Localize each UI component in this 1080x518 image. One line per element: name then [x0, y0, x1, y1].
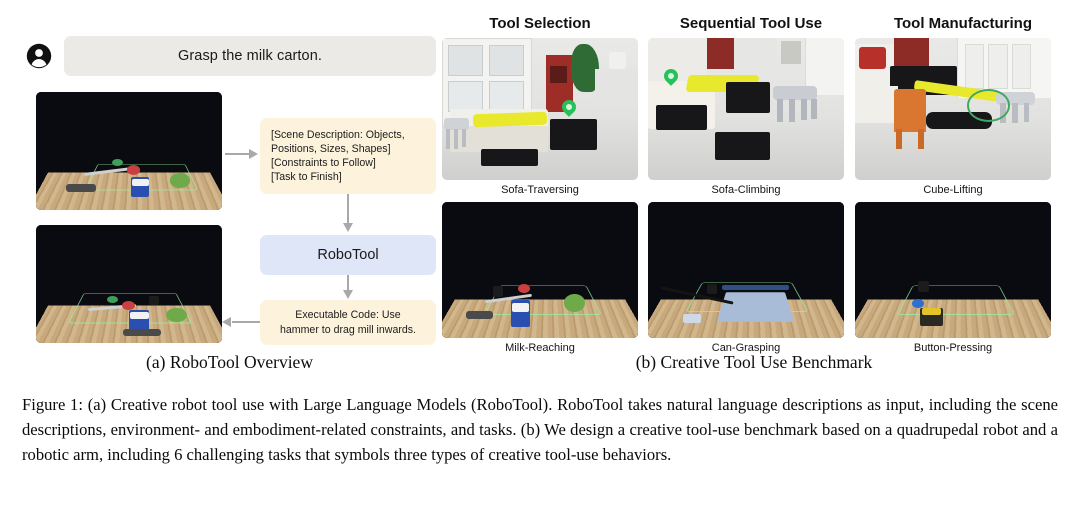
figure-graphic: Grasp the milk carton. [Scene Descriptio… — [0, 0, 1080, 380]
photo-sofa-traversing — [442, 38, 638, 180]
photo-button-pressing — [855, 202, 1051, 338]
arrow-input-to-model-icon — [342, 194, 354, 235]
input-line-2: Positions, Sizes, Shapes] — [271, 142, 391, 155]
arrow-scene-to-input-icon — [225, 148, 261, 160]
robotool-model-label: RoboTool — [317, 247, 379, 263]
input-line-3: [Constraints to Follow] — [271, 157, 376, 169]
figure-caption-text: (a) Creative robot tool use with Large L… — [22, 395, 1058, 464]
bench-cell-cube-lifting: Cube-Lifting — [855, 38, 1051, 198]
photo-cube-lifting — [855, 38, 1051, 180]
bench-cell-sofa-traversing: Sofa-Traversing — [442, 38, 638, 198]
panel-a-robotool-overview: Grasp the milk carton. [Scene Descriptio… — [22, 10, 437, 380]
photo-milk-reaching — [442, 202, 638, 338]
sub-caption-b: (b) Creative Tool Use Benchmark — [635, 352, 873, 372]
sub-caption-a: (a) RoboTool Overview — [146, 352, 313, 372]
bench-label-cube-lifting: Cube-Lifting — [923, 184, 983, 196]
bench-cell-can-grasping: Can-Grasping — [648, 202, 844, 357]
column-header-sequential-tool-use: Sequential Tool Use — [679, 15, 823, 32]
robotool-model-box: RoboTool — [260, 235, 436, 275]
bench-label-sofa-climbing: Sofa-Climbing — [711, 184, 781, 196]
user-avatar-icon — [26, 43, 52, 69]
user-prompt-row: Grasp the milk carton. — [26, 36, 436, 76]
arrow-output-to-scene-icon — [222, 316, 262, 328]
input-line-1: [Scene Description: Objects, — [271, 128, 405, 141]
column-header-tool-selection: Tool Selection — [489, 15, 591, 32]
output-line-1: Executable Code: Use — [295, 309, 401, 322]
robot-arm-execution-scene — [36, 225, 222, 343]
robot-arm-initial-scene — [36, 92, 222, 210]
executable-code-output-box: Executable Code: Use hammer to drag mill… — [260, 300, 436, 345]
panel-b-benchmark: Tool Selection Sequential Tool Use Tool … — [440, 10, 1068, 380]
input-line-4: [Task to Finish] — [271, 171, 342, 184]
output-line-2: hammer to drag mill inwards. — [280, 323, 416, 336]
prompt-bubble: Grasp the milk carton. — [64, 36, 436, 76]
bench-cell-milk-reaching: Milk-Reaching — [442, 202, 638, 357]
column-header-tool-manufacturing: Tool Manufacturing — [893, 15, 1033, 32]
photo-sofa-climbing — [648, 38, 844, 180]
bench-cell-sofa-climbing: Sofa-Climbing — [648, 38, 844, 198]
input-description-box: [Scene Description: Objects, Positions, … — [260, 118, 436, 194]
photo-can-grasping — [648, 202, 844, 338]
arrow-model-to-output-icon — [342, 275, 354, 302]
bench-cell-button-pressing: Button-Pressing — [855, 202, 1051, 357]
prompt-text: Grasp the milk carton. — [177, 48, 323, 64]
figure-caption: Figure 1: (a) Creative robot tool use wi… — [22, 392, 1058, 467]
figure-caption-label: Figure 1: — [22, 395, 83, 414]
bench-label-sofa-traversing: Sofa-Traversing — [501, 184, 579, 196]
